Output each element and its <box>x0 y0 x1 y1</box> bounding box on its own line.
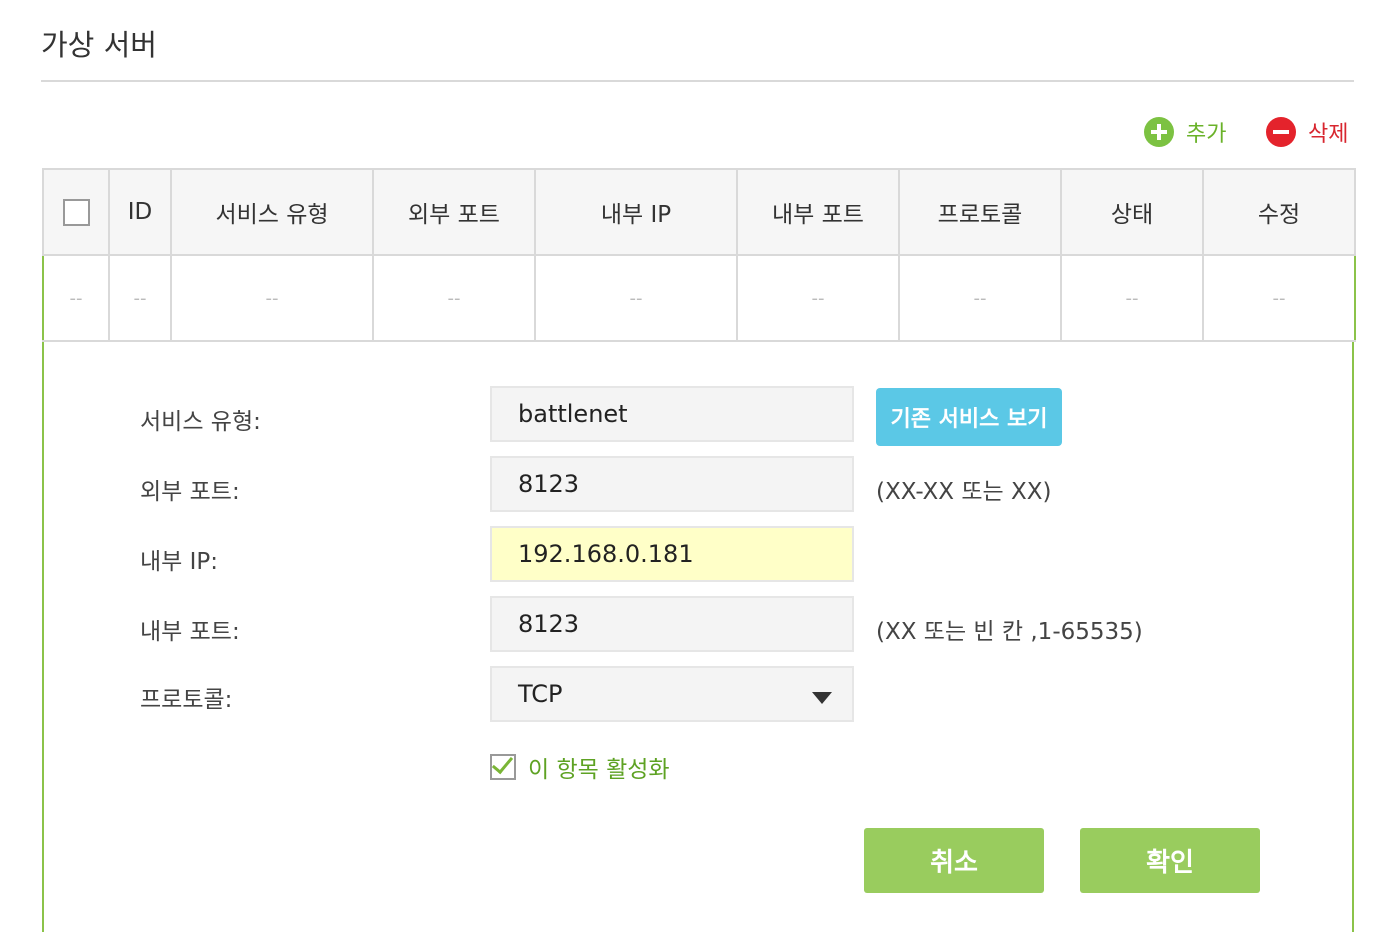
table-row: -- -- -- -- -- -- -- -- -- <box>42 254 1356 342</box>
protocol-label: 프로토콜: <box>140 687 233 713</box>
delete-label: 삭제 <box>1308 122 1349 147</box>
add-label: 추가 <box>1186 122 1227 147</box>
internal-port-input[interactable]: 8123 <box>490 596 854 652</box>
edit-panel: 서비스 유형: battlenet 기존 서비스 보기 외부 포트: 8123 … <box>42 342 1354 932</box>
plus-circle-icon <box>1144 117 1174 147</box>
virtual-server-table: ID 서비스 유형 외부 포트 내부 IP 내부 포트 프로토콜 상태 수정 -… <box>42 168 1356 342</box>
table-cell: -- <box>42 254 110 342</box>
column-header-protocol: 프로토콜 <box>898 168 1062 256</box>
table-cell: -- <box>898 254 1062 342</box>
table-cell: -- <box>1060 254 1204 342</box>
table-cell: -- <box>1202 254 1356 342</box>
title-divider <box>41 80 1354 82</box>
column-header-internal-port: 내부 포트 <box>736 168 900 256</box>
view-existing-services-button[interactable]: 기존 서비스 보기 <box>876 388 1062 446</box>
external-port-hint: (XX-XX 또는 XX) <box>876 479 1052 505</box>
enable-entry-label: 이 항목 활성화 <box>528 757 670 783</box>
chevron-down-icon <box>812 692 832 704</box>
protocol-select[interactable]: TCP <box>490 666 854 722</box>
column-header-internal-ip: 내부 IP <box>534 168 738 256</box>
service-type-input[interactable]: battlenet <box>490 386 854 442</box>
table-cell: -- <box>736 254 900 342</box>
external-port-input[interactable]: 8123 <box>490 456 854 512</box>
external-port-label: 외부 포트: <box>140 479 240 505</box>
internal-port-label: 내부 포트: <box>140 619 240 645</box>
cancel-button[interactable]: 취소 <box>864 828 1044 893</box>
service-type-label: 서비스 유형: <box>140 409 261 435</box>
select-all-cell <box>42 168 110 256</box>
internal-ip-input[interactable]: 192.168.0.181 <box>490 526 854 582</box>
page-title: 가상 서버 <box>41 28 157 62</box>
protocol-selected-value: TCP <box>518 680 563 708</box>
table-cell: -- <box>108 254 172 342</box>
table-cell: -- <box>534 254 738 342</box>
column-header-id: ID <box>108 168 172 256</box>
enable-entry-row[interactable]: 이 항목 활성화 <box>490 750 670 784</box>
select-all-checkbox[interactable] <box>62 198 90 226</box>
delete-button[interactable]: 삭제 <box>1266 116 1348 148</box>
column-header-status: 상태 <box>1060 168 1204 256</box>
internal-ip-label: 내부 IP: <box>140 549 219 575</box>
table-header-row: ID 서비스 유형 외부 포트 내부 IP 내부 포트 프로토콜 상태 수정 <box>42 168 1356 256</box>
column-header-modify: 수정 <box>1202 168 1356 256</box>
column-header-external-port: 외부 포트 <box>372 168 536 256</box>
confirm-button[interactable]: 확인 <box>1080 828 1260 893</box>
enable-checkbox[interactable] <box>490 754 516 780</box>
internal-port-hint: (XX 또는 빈 칸 ,1-65535) <box>876 619 1143 645</box>
table-cell: -- <box>372 254 536 342</box>
minus-circle-icon <box>1266 117 1296 147</box>
column-header-service-type: 서비스 유형 <box>170 168 374 256</box>
table-cell: -- <box>170 254 374 342</box>
add-button[interactable]: 추가 <box>1144 116 1226 148</box>
